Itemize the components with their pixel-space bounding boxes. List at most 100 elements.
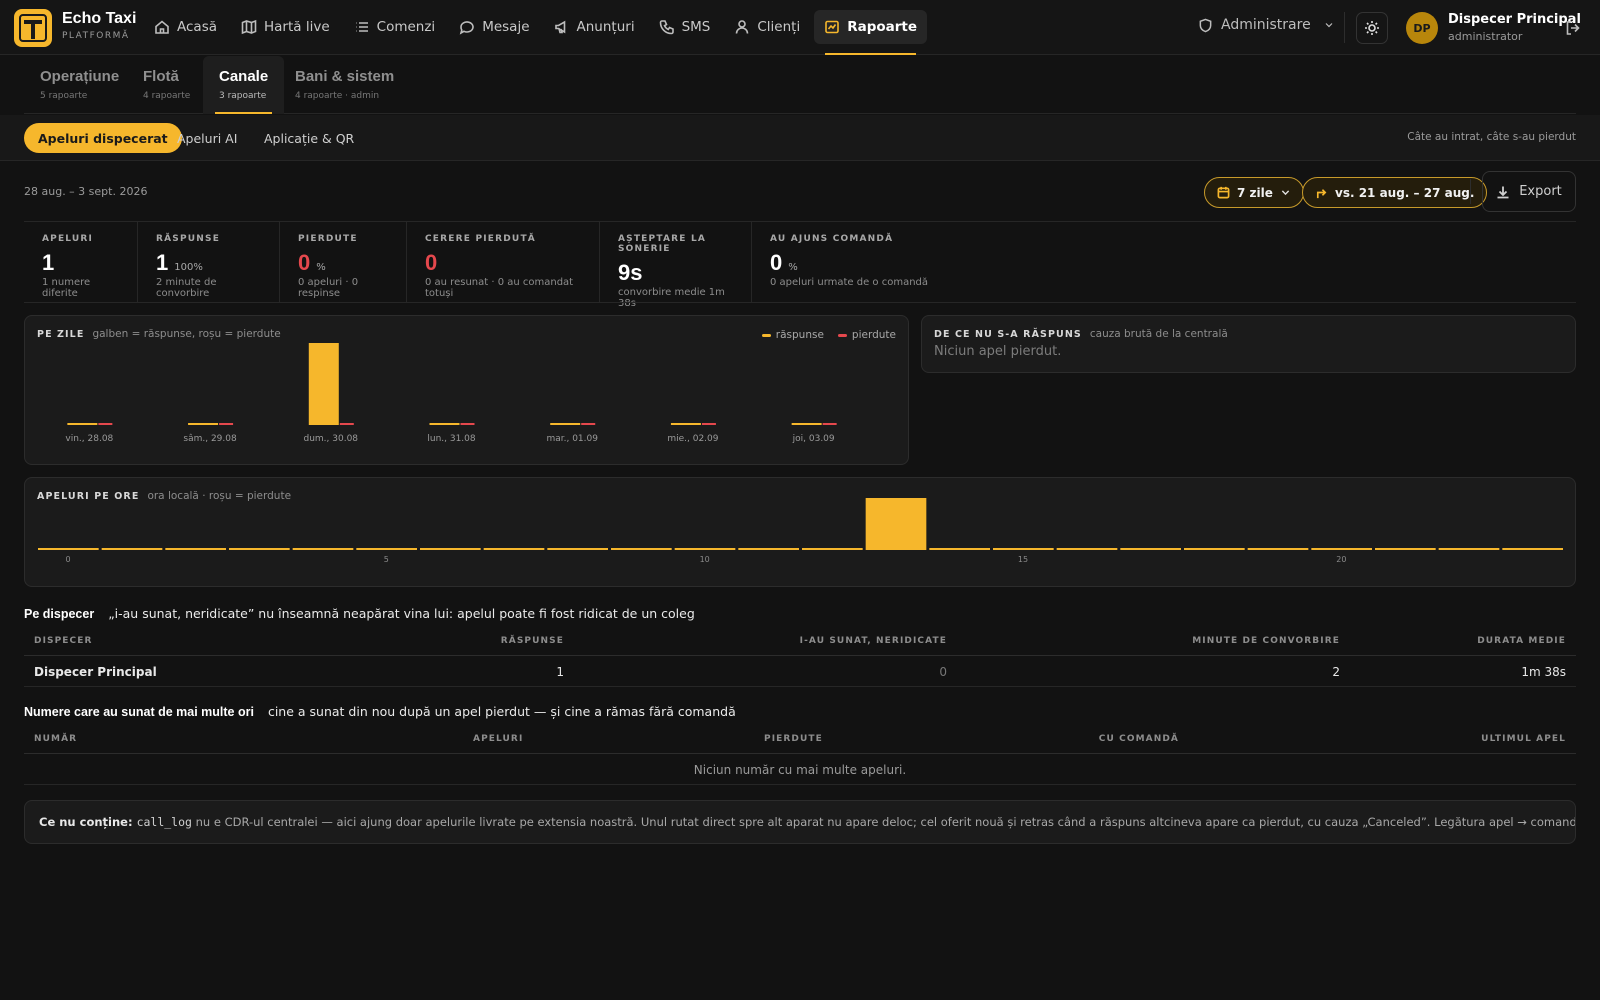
bar-answered[interactable] bbox=[1056, 548, 1118, 550]
nav-label: Mesaje bbox=[482, 19, 530, 35]
bar-answered[interactable] bbox=[547, 548, 608, 550]
brand-subtitle: PLATFORMĂ bbox=[62, 31, 130, 41]
bar-missed[interactable] bbox=[822, 423, 837, 425]
column-header[interactable]: I-AU SUNAT, NERIDICATE bbox=[800, 636, 947, 646]
bar-answered[interactable] bbox=[188, 423, 219, 425]
bar-missed[interactable] bbox=[460, 423, 475, 425]
theme-toggle-button[interactable] bbox=[1356, 12, 1388, 44]
column-header[interactable]: NUMĂR bbox=[34, 734, 77, 744]
redirect-arrow-icon bbox=[1316, 189, 1327, 199]
section-hint: cine a sunat din nou după un apel pierdu… bbox=[267, 704, 736, 719]
bar-answered[interactable] bbox=[611, 548, 672, 550]
tab-channels[interactable]: Canale 3 rapoarte bbox=[203, 56, 285, 114]
bar-answered[interactable] bbox=[67, 423, 98, 425]
stat-label: AU AJUNS COMANDĂ bbox=[770, 234, 894, 244]
bar-answered[interactable] bbox=[1311, 548, 1372, 550]
stat-sub: 0 apeluri · 0 respinse bbox=[298, 277, 359, 299]
table-header: NUMĂR APELURI PIERDUTE CU COMANDĂ ULTIMU… bbox=[24, 724, 1576, 754]
bar-answered[interactable] bbox=[429, 423, 460, 425]
x-tick-label: dum., 30.08 bbox=[304, 434, 359, 444]
nav-item-home[interactable]: Acasă bbox=[144, 10, 227, 44]
tab-subtitle: 4 rapoarte bbox=[143, 91, 191, 101]
bar-answered[interactable] bbox=[993, 548, 1054, 550]
nav-item-announcements[interactable]: Anunțuri bbox=[544, 10, 645, 44]
nav-label: Clienți bbox=[757, 19, 801, 35]
bar-answered[interactable] bbox=[1120, 548, 1181, 550]
bar-answered[interactable] bbox=[1184, 548, 1245, 550]
nav-item-messages[interactable]: Mesaje bbox=[449, 10, 539, 44]
column-header[interactable]: APELURI bbox=[473, 734, 523, 744]
megaphone-icon bbox=[554, 20, 565, 34]
compare-period-button[interactable]: vs. 21 aug. – 27 aug. bbox=[1302, 177, 1488, 208]
column-header[interactable]: DISPECER bbox=[34, 636, 93, 646]
column-header[interactable]: PIERDUTE bbox=[764, 734, 823, 744]
column-header[interactable]: MINUTE DE CONVORBIRE bbox=[1192, 636, 1340, 646]
nav-item-reports[interactable]: Rapoarte bbox=[814, 10, 928, 55]
bar-answered[interactable] bbox=[356, 548, 417, 550]
bar-answered[interactable] bbox=[1438, 548, 1500, 550]
hourly-calls-card: APELURI PE ORE ora locală · roșu = pierdu… bbox=[24, 477, 1576, 587]
table-row[interactable]: Dispecer Principal 1 0 2 1m 38s bbox=[24, 656, 1576, 687]
period-selector[interactable]: 7 zile bbox=[1204, 177, 1304, 208]
note-code: call_log bbox=[136, 815, 192, 829]
bar-answered[interactable] bbox=[101, 548, 163, 550]
period-label: 7 zile bbox=[1237, 185, 1273, 200]
bar-answered[interactable] bbox=[420, 548, 481, 550]
user-name: Dispecer Principal bbox=[1448, 12, 1581, 27]
bar-answered[interactable] bbox=[292, 548, 354, 550]
bar-answered[interactable] bbox=[865, 498, 927, 550]
subtab-ai-calls[interactable]: Apeluri AI bbox=[163, 123, 251, 153]
tab-subtitle: 5 rapoarte bbox=[40, 91, 88, 101]
date-range-label: 28 aug. – 3 sept. 2026 bbox=[24, 185, 148, 198]
tab-money-system[interactable]: Bani & sistem 4 rapoarte · admin bbox=[279, 56, 410, 114]
bar-answered[interactable] bbox=[483, 548, 545, 550]
bar-missed[interactable] bbox=[219, 423, 234, 425]
column-header[interactable]: DURATA MEDIE bbox=[1477, 636, 1566, 646]
nav-item-clients[interactable]: Clienți bbox=[724, 10, 810, 44]
avatar[interactable]: DP bbox=[1406, 12, 1438, 44]
subtab-dispatch-calls[interactable]: Apeluri dispecerat bbox=[24, 123, 182, 153]
stat-value: 0 bbox=[770, 250, 783, 275]
bar-answered[interactable] bbox=[38, 548, 99, 550]
nav-label: Comenzi bbox=[376, 19, 436, 35]
repeat-callers-table: NUMĂR APELURI PIERDUTE CU COMANDĂ ULTIMU… bbox=[24, 724, 1576, 785]
bar-answered[interactable] bbox=[229, 548, 290, 550]
export-button[interactable]: Export bbox=[1482, 171, 1576, 212]
nav-item-live-map[interactable]: Hartă live bbox=[231, 10, 340, 44]
nav-item-orders[interactable]: Comenzi bbox=[344, 10, 446, 44]
bar-answered[interactable] bbox=[1247, 548, 1309, 550]
stat-answered: RĂSPUNSE 1 100% 2 minute de convorbire bbox=[138, 222, 280, 302]
bar-answered[interactable] bbox=[674, 548, 736, 550]
bar-answered[interactable] bbox=[1502, 548, 1563, 550]
taxi-logo-icon[interactable] bbox=[14, 9, 52, 47]
dispatcher-name: Dispecer Principal bbox=[34, 665, 157, 679]
column-header[interactable]: RĂSPUNSE bbox=[501, 636, 564, 646]
bar-answered[interactable] bbox=[165, 548, 226, 550]
bar-missed[interactable] bbox=[98, 423, 113, 425]
tab-operations[interactable]: Operațiune 5 rapoarte bbox=[24, 56, 135, 114]
logout-button[interactable] bbox=[1564, 19, 1582, 37]
answered-count: 1 bbox=[556, 665, 564, 679]
bar-answered[interactable] bbox=[929, 548, 990, 550]
bar-answered[interactable] bbox=[308, 343, 339, 425]
column-header[interactable]: ULTIMUL APEL bbox=[1481, 734, 1566, 744]
admin-menu[interactable]: Administrare bbox=[1198, 17, 1335, 33]
bar-answered[interactable] bbox=[791, 423, 822, 425]
bar-answered[interactable] bbox=[550, 423, 581, 425]
stat-value: 9s bbox=[618, 260, 643, 285]
bar-missed[interactable] bbox=[701, 423, 716, 425]
tab-fleet[interactable]: Flotă 4 rapoarte bbox=[127, 56, 206, 114]
bar-missed[interactable] bbox=[339, 423, 354, 425]
nav-item-sms[interactable]: SMS bbox=[649, 10, 721, 44]
x-tick-label: lun., 31.08 bbox=[427, 434, 476, 444]
section-title: Pe dispecer bbox=[24, 607, 95, 621]
daily-bar-chart: vin., 28.08 sâm., 29.08 dum., 30.08 lun., 3… bbox=[65, 343, 837, 444]
bar-answered[interactable] bbox=[670, 423, 701, 425]
stat-label: PIERDUTE bbox=[298, 234, 358, 244]
subtab-app-qr[interactable]: Aplicație & QR bbox=[250, 123, 368, 153]
bar-missed[interactable] bbox=[581, 423, 596, 425]
bar-answered[interactable] bbox=[1375, 548, 1436, 550]
bar-answered[interactable] bbox=[802, 548, 863, 550]
column-header[interactable]: CU COMANDĂ bbox=[1099, 734, 1179, 744]
bar-answered[interactable] bbox=[738, 548, 799, 550]
